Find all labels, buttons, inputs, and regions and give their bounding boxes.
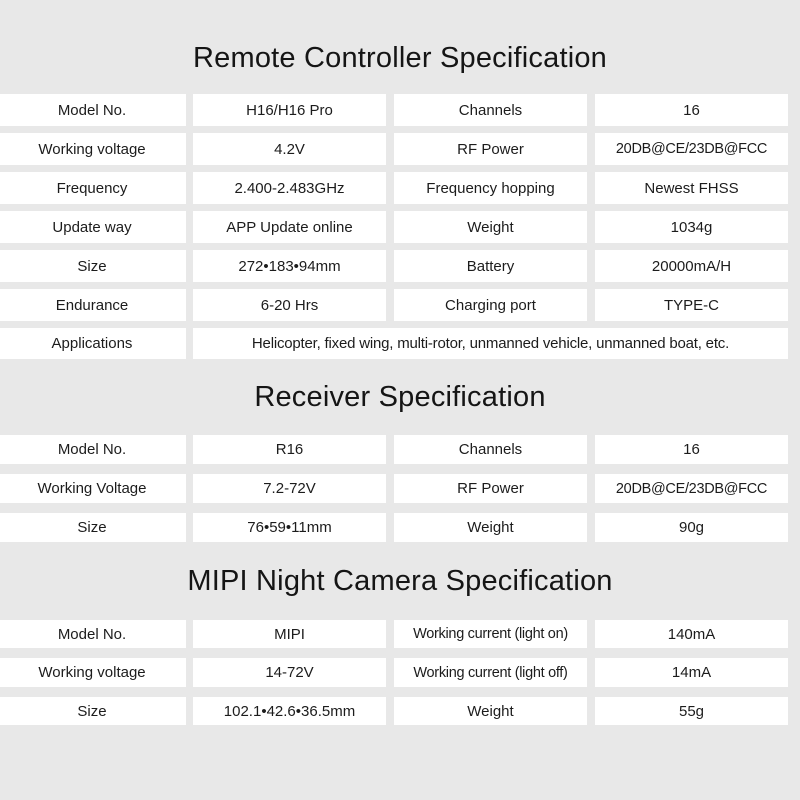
spec-label: Weight bbox=[394, 697, 587, 725]
spec-value: 14-72V bbox=[193, 658, 386, 687]
spec-label: Size bbox=[0, 513, 186, 542]
spec-label: Battery bbox=[394, 250, 587, 282]
spec-value: 1034g bbox=[595, 211, 788, 243]
spec-value: 76•59•11mm bbox=[193, 513, 386, 542]
spec-value: 20DB@CE/23DB@FCC bbox=[595, 133, 788, 165]
spec-value: R16 bbox=[193, 435, 386, 464]
spec-value: 2.400-2.483GHz bbox=[193, 172, 386, 204]
spec-label: Model No. bbox=[0, 435, 186, 464]
spec-value-span: Helicopter, fixed wing, multi-rotor, unm… bbox=[193, 328, 788, 359]
mipi-camera-title: MIPI Night Camera Specification bbox=[187, 565, 613, 597]
spec-label: Update way bbox=[0, 211, 186, 243]
spec-value: APP Update online bbox=[193, 211, 386, 243]
spec-value: 90g bbox=[595, 513, 788, 542]
remote-controller-title: Remote Controller Specification bbox=[193, 42, 607, 74]
spec-label: RF Power bbox=[394, 133, 587, 165]
spec-value: 16 bbox=[595, 94, 788, 126]
spec-label: Working voltage bbox=[0, 133, 186, 165]
spec-value: 20000mA/H bbox=[595, 250, 788, 282]
spec-value: 55g bbox=[595, 697, 788, 725]
spec-label: Size bbox=[0, 250, 186, 282]
spec-value: 102.1•42.6•36.5mm bbox=[193, 697, 386, 725]
spec-label: Working Voltage bbox=[0, 474, 186, 503]
spec-value: H16/H16 Pro bbox=[193, 94, 386, 126]
spec-label: Weight bbox=[394, 211, 587, 243]
spec-value: Newest FHSS bbox=[595, 172, 788, 204]
spec-value: TYPE-C bbox=[595, 289, 788, 321]
spec-value: 16 bbox=[595, 435, 788, 464]
spec-label: Size bbox=[0, 697, 186, 725]
spec-label: Working current (light off) bbox=[394, 658, 587, 687]
spec-label: Frequency hopping bbox=[394, 172, 587, 204]
spec-label: Frequency bbox=[0, 172, 186, 204]
spec-label: Endurance bbox=[0, 289, 186, 321]
spec-value: 272•183•94mm bbox=[193, 250, 386, 282]
spec-label: Weight bbox=[394, 513, 587, 542]
spec-value: MIPI bbox=[193, 620, 386, 648]
spec-value: 7.2-72V bbox=[193, 474, 386, 503]
spec-value: 4.2V bbox=[193, 133, 386, 165]
spec-value: 20DB@CE/23DB@FCC bbox=[595, 474, 788, 503]
spec-label: Working voltage bbox=[0, 658, 186, 687]
receiver-title: Receiver Specification bbox=[254, 381, 546, 413]
spec-label: Model No. bbox=[0, 94, 186, 126]
spec-label: Working current (light on) bbox=[394, 620, 587, 648]
spec-value: 14mA bbox=[595, 658, 788, 687]
spec-label: RF Power bbox=[394, 474, 587, 503]
spec-label: Channels bbox=[394, 435, 587, 464]
spec-label: Charging port bbox=[394, 289, 587, 321]
spec-label: Applications bbox=[0, 328, 186, 359]
spec-value: 140mA bbox=[595, 620, 788, 648]
spec-label: Model No. bbox=[0, 620, 186, 648]
spec-label: Channels bbox=[394, 94, 587, 126]
spec-value: 6-20 Hrs bbox=[193, 289, 386, 321]
